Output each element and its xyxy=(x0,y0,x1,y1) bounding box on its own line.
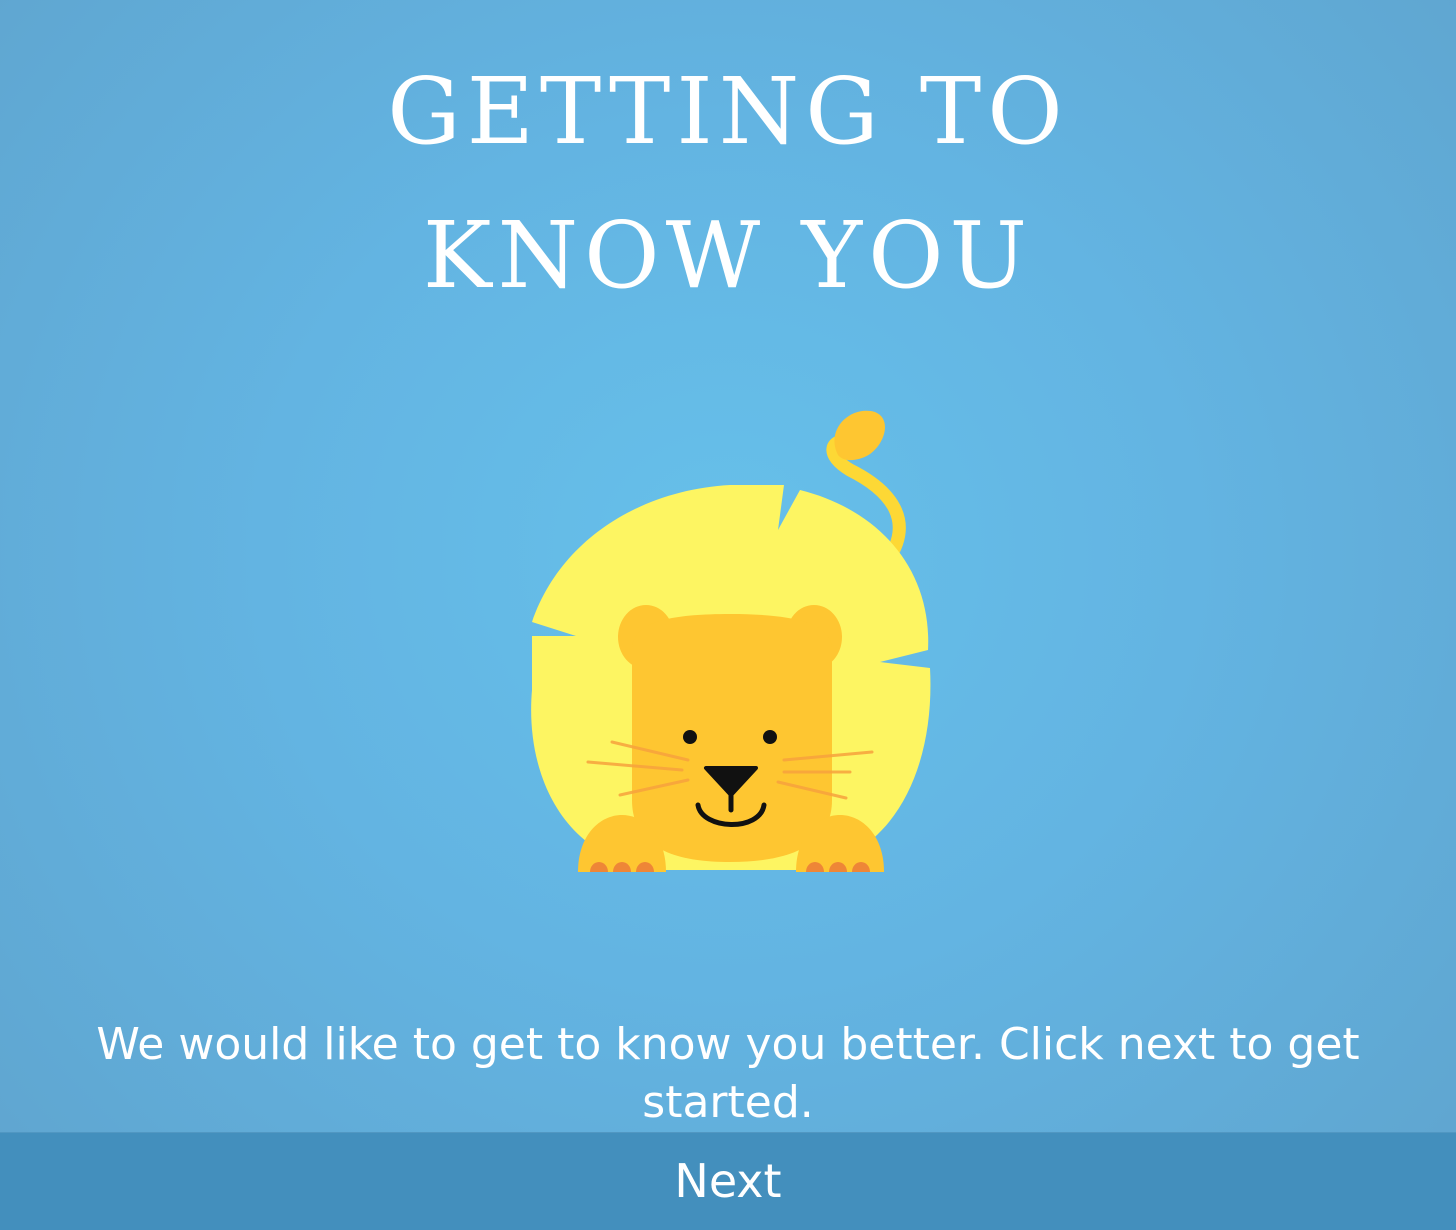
next-button[interactable]: Next xyxy=(0,1132,1456,1230)
onboarding-screen: GETTING TO KNOW YOU We would like to get… xyxy=(0,0,1456,1230)
lion-icon xyxy=(531,410,931,872)
lion-tail-tuft xyxy=(834,410,885,461)
lion-eye-left xyxy=(683,730,697,744)
page-title-line-1: GETTING TO xyxy=(387,58,1069,165)
page-title: GETTING TO KNOW YOU xyxy=(0,40,1456,328)
page-title-line-2: KNOW YOU xyxy=(422,202,1034,309)
intro-text: We would like to get to know you better.… xyxy=(96,1019,1360,1128)
lion-eye-right xyxy=(763,730,777,744)
